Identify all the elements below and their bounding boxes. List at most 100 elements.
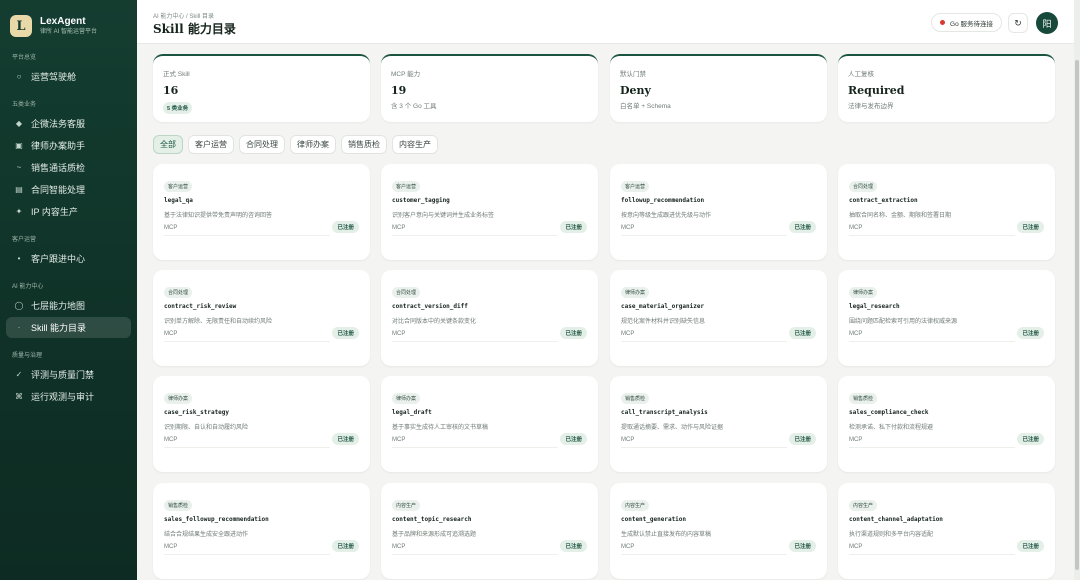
avatar[interactable]: 阳 xyxy=(1036,12,1058,34)
sidebar-item-skill-catalog[interactable]: · Skill 能力目录 xyxy=(6,317,131,338)
skill-card[interactable]: 合同处理 contract_extraction 抽取合同名称、金额、期限和签署日期… xyxy=(838,164,1055,260)
card-divider xyxy=(621,235,787,236)
status-badge: 已注册 xyxy=(1017,540,1044,552)
dot-icon: · xyxy=(17,323,21,332)
card-divider xyxy=(392,341,558,342)
skill-card[interactable]: 律师办案 case_material_organizer 规范化案件材料并识别缺失信… xyxy=(610,270,827,366)
skill-card[interactable]: 销售质检 call_transcript_analysis 提取通话摘要、需求、动作… xyxy=(610,376,827,472)
sidebar-item-label: 评测与质量门禁 xyxy=(31,370,95,380)
tab-contract[interactable]: 合同处理 xyxy=(239,135,285,154)
card-divider xyxy=(621,554,787,555)
card-divider xyxy=(621,341,787,342)
skill-card[interactable]: 律师办案 legal_research 围绕问题匹配检索可引用的法律权威来源 MCP 已… xyxy=(838,270,1055,366)
sidebar-item-call-qa[interactable]: ~ 销售通话质检 xyxy=(6,157,131,178)
skill-card[interactable]: 合同处理 contract_version_diff 对比合同版本中的关键条款变化 M… xyxy=(381,270,598,366)
tab-all[interactable]: 全部 xyxy=(153,135,183,154)
skill-description: 生成默认禁止直接发布的内容草稿 xyxy=(621,532,712,538)
skill-card[interactable]: 销售质检 sales_compliance_check 检测承诺、私下付款和流程规避… xyxy=(838,376,1055,472)
status-badge: 已注册 xyxy=(1017,221,1044,233)
skill-name: contract_extraction xyxy=(849,197,918,204)
page-title: Skill 能力目录 xyxy=(153,22,236,36)
brand[interactable]: L LexAgent 律所 AI 智能运营平台 xyxy=(0,0,137,40)
square-icon: ▣ xyxy=(15,141,23,150)
category-tabs: 全部 客户运营 合同处理 律师办案 销售质检 内容生产 xyxy=(153,135,438,154)
skill-type: MCP xyxy=(164,437,178,443)
skill-category-tag: 销售质检 xyxy=(164,500,193,511)
skill-name: content_topic_research xyxy=(392,516,472,523)
sidebar-item-contract[interactable]: ▤ 合同智能处理 xyxy=(6,179,131,200)
status-dot-icon xyxy=(940,20,946,25)
ring-icon: ◯ xyxy=(14,301,24,310)
skill-card[interactable]: 内容生产 content_topic_research 基于品牌和来源形成可追溯选题… xyxy=(381,483,598,579)
skill-name: case_material_organizer xyxy=(621,303,705,310)
skill-name: contract_risk_review xyxy=(164,303,237,310)
skill-category-tag: 销售质检 xyxy=(849,393,878,404)
sidebar-item-lawyer-assistant[interactable]: ▣ 律师办案助手 xyxy=(6,135,131,156)
skill-type: MCP xyxy=(621,544,635,550)
status-badge: 已注册 xyxy=(560,540,587,552)
skill-category-tag: 律师办案 xyxy=(621,287,650,298)
breadcrumb[interactable]: AI 能力中心 / Skill 目录 xyxy=(153,11,214,20)
skill-type: MCP xyxy=(849,331,863,337)
scroll-thumb[interactable] xyxy=(1075,60,1079,570)
tab-sales-qa[interactable]: 销售质检 xyxy=(341,135,387,154)
stat-value: 16 xyxy=(163,84,179,97)
skill-card[interactable]: 律师办案 case_risk_strategy 识别期限、自认和自动履约风险 MCP 已… xyxy=(153,376,370,472)
nav-section-title: 平台总览 xyxy=(12,55,37,61)
skill-card[interactable]: 客户运营 legal_qa 基于法律知识提供带免责声明的咨询回答 MCP 已注册 xyxy=(153,164,370,260)
skill-description: 执行渠道规则和多平台内容适配 xyxy=(849,532,934,538)
skill-type: MCP xyxy=(849,544,863,550)
tab-content[interactable]: 内容生产 xyxy=(392,135,438,154)
status-badge: 已注册 xyxy=(332,327,359,339)
status-badge: 已注册 xyxy=(560,327,587,339)
tab-lawyer-case[interactable]: 律师办案 xyxy=(290,135,336,154)
sidebar-item-label: 运营驾驶舱 xyxy=(31,72,77,82)
status-badge: 已注册 xyxy=(1017,433,1044,445)
skill-name: customer_tagging xyxy=(392,197,450,204)
skill-type: MCP xyxy=(164,544,178,550)
skill-card[interactable]: 客户运营 customer_tagging 识别客户意向与关键词并生成业务标签 MCP… xyxy=(381,164,598,260)
tab-customer-ops[interactable]: 客户运营 xyxy=(188,135,234,154)
stat-sub: 法律与发布边界 xyxy=(848,103,894,110)
sidebar-item-label: Skill 能力目录 xyxy=(31,323,87,333)
sidebar-item-evaluation[interactable]: ✓ 评测与质量门禁 xyxy=(6,364,131,385)
sidebar-item-capability-map[interactable]: ◯ 七层能力地图 xyxy=(6,295,131,316)
skill-type: MCP xyxy=(392,544,406,550)
skill-name: followup_recommendation xyxy=(621,197,705,204)
skill-card[interactable]: 内容生产 content_generation 生成默认禁止直接发布的内容草稿 MCP… xyxy=(610,483,827,579)
skill-card[interactable]: 内容生产 content_channel_adaptation 执行渠道规则和多平台… xyxy=(838,483,1055,579)
skill-card[interactable]: 律师办案 legal_draft 基于事实生成待人工审核的文书草稿 MCP 已注册 xyxy=(381,376,598,472)
sidebar-item-label: IP 内容生产 xyxy=(31,207,78,217)
sidebar-item-dashboard[interactable]: ○ 运营驾驶舱 xyxy=(6,66,131,87)
skill-category-tag: 客户运营 xyxy=(621,181,650,192)
card-divider xyxy=(849,447,1015,448)
stat-label: MCP 能力 xyxy=(391,71,421,78)
skill-card[interactable]: 销售质检 sales_followup_recommendation 结合合规结果生… xyxy=(153,483,370,579)
stat-card-skills: 正式 Skill 16 5 类业务 xyxy=(153,54,370,122)
skill-description: 抽取合同名称、金额、期限和签署日期 xyxy=(849,213,952,219)
refresh-button[interactable]: ↻ xyxy=(1008,13,1028,33)
skill-card[interactable]: 合同处理 contract_risk_review 识别单方解除、无限责任和自动续约… xyxy=(153,270,370,366)
skill-type: MCP xyxy=(164,225,178,231)
skill-name: call_transcript_analysis xyxy=(621,409,708,416)
sidebar-item-wecom-service[interactable]: ◆ 企微法务客服 xyxy=(6,113,131,134)
sidebar-item-followup-center[interactable]: • 客户跟进中心 xyxy=(6,248,131,269)
service-status-badge[interactable]: Go 服务待连接 xyxy=(931,13,1002,32)
stat-card-mcp: MCP 能力 19 含 3 个 Go 工具 xyxy=(381,54,598,122)
sidebar-item-ip-content[interactable]: ✦ IP 内容生产 xyxy=(6,201,131,222)
scrollbar[interactable] xyxy=(1074,0,1080,580)
status-badge: 已注册 xyxy=(560,433,587,445)
refresh-icon: ↻ xyxy=(1014,17,1022,28)
skill-category-tag: 销售质检 xyxy=(621,393,650,404)
stat-sub: 白名单 + Schema xyxy=(620,103,671,110)
skill-category-tag: 律师办案 xyxy=(849,287,878,298)
skill-category-tag: 内容生产 xyxy=(392,500,421,511)
skill-description: 按意向等级生成跟进优先级与动作 xyxy=(621,213,712,219)
status-badge: 已注册 xyxy=(332,221,359,233)
skill-name: sales_compliance_check xyxy=(849,409,929,416)
skill-card[interactable]: 客户运营 followup_recommendation 按意向等级生成跟进优先级与… xyxy=(610,164,827,260)
stat-badge: 5 类业务 xyxy=(163,102,193,114)
card-divider xyxy=(849,554,1015,555)
status-badge: 已注册 xyxy=(789,327,816,339)
sidebar-item-observability[interactable]: ⌘ 运行观测与审计 xyxy=(6,386,131,407)
